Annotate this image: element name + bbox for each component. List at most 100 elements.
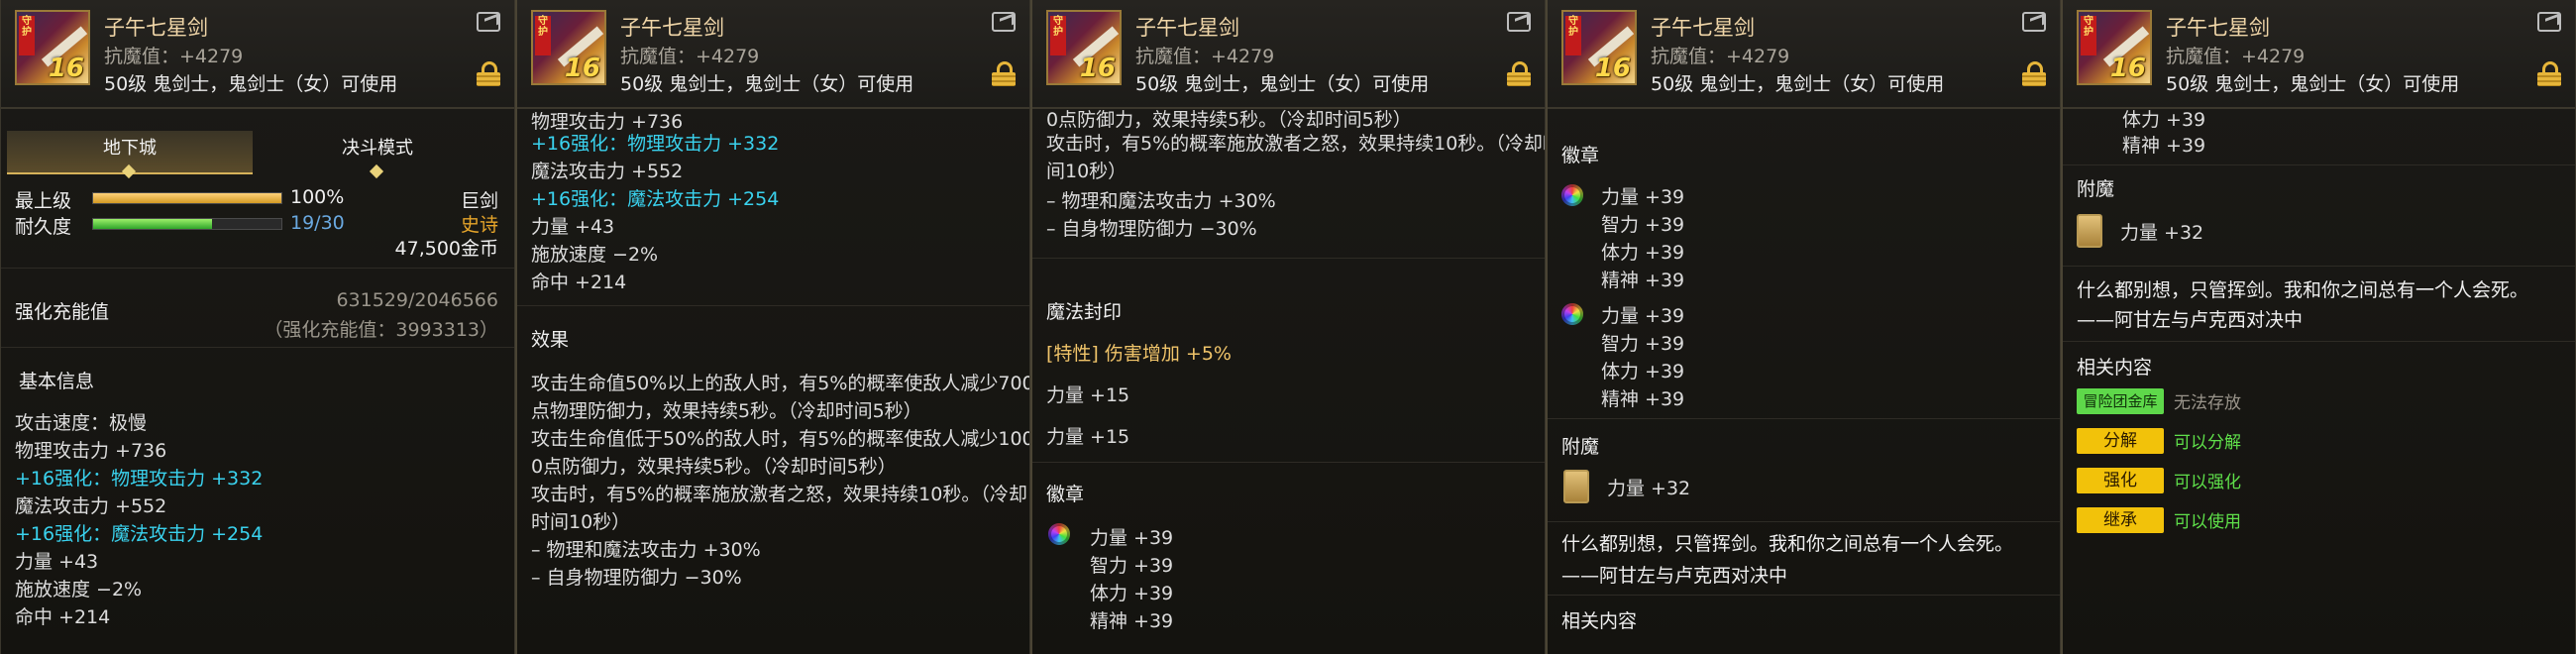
max-grade-bar <box>92 192 282 204</box>
enhance-level: 16 <box>48 54 84 83</box>
effect-line: 点物理防御力，效果持续5秒。（冷却时间5秒） <box>531 400 922 422</box>
durability-value: 19/30 <box>290 212 345 234</box>
rarity: 史诗 <box>460 214 498 236</box>
tooltip-body: 物理攻击力 +736 +16强化：物理攻击力 +332 魔法攻击力 +552 +… <box>517 109 1029 654</box>
enhance-level: 16 <box>2109 54 2146 83</box>
weapon-type: 巨剑 <box>460 190 498 212</box>
item-header: 守护 16 子午七星剑 抗魔值：+4279 50级 鬼剑士，鬼剑士（女）可使用 <box>1032 0 1545 109</box>
item-header: 守护 16 子午七星剑 抗魔值：+4279 50级 鬼剑士，鬼剑士（女）可使用 <box>2063 0 2575 109</box>
mag-atk: 魔法攻击力 +552 <box>15 495 167 517</box>
effect-line: 攻击时，有5%的概率施放激者之怒，效果持续10秒。（冷却时 <box>1046 133 1545 155</box>
hit: 命中 +214 <box>15 606 111 628</box>
guard-tag: 守护 <box>2081 16 2096 55</box>
flavor-line: ——阿甘左与卢克西对决中 <box>2077 309 2304 331</box>
enchant-stat: 力量 +32 <box>2120 222 2204 244</box>
cast-speed: 施放速度 −2% <box>15 579 143 600</box>
lock-icon[interactable] <box>477 61 500 86</box>
lock-icon[interactable] <box>2537 61 2561 86</box>
item-requirement: 50级 鬼剑士，鬼剑士（女）可使用 <box>1135 73 1430 95</box>
weapon-icon: 守护 16 <box>1046 10 1122 85</box>
seal-special: [特性] 伤害增加 +5% <box>1046 343 1232 365</box>
item-requirement: 50级 鬼剑士，鬼剑士（女）可使用 <box>1651 73 1945 95</box>
basic-info-title: 基本信息 <box>19 371 95 392</box>
mag-atk: 魔法攻击力 +552 <box>531 161 684 182</box>
disassemble-status: 可以分解 <box>2174 433 2241 453</box>
emblem-stat: 力量 +39 <box>1601 305 1685 327</box>
phys-bonus: +16强化：物理攻击力 +332 <box>15 468 264 490</box>
str: 力量 +43 <box>15 551 99 573</box>
mode-tabs: 地下城 决斗模式 <box>7 131 502 179</box>
share-icon[interactable] <box>1507 12 1531 32</box>
tooltip-panel-4: 守护 16 子午七星剑 抗魔值：+4279 50级 鬼剑士，鬼剑士（女）可使用 … <box>1546 0 2061 654</box>
mag-bonus: +16强化：魔法攻击力 +254 <box>531 188 780 210</box>
phys-bonus: +16强化：物理攻击力 +332 <box>531 133 780 155</box>
effect-line: – 物理和魔法攻击力 +30% <box>1046 190 1276 212</box>
tooltip-body: 地下城 决斗模式 最上级 100% 耐久度 19/30 巨剑 史诗 47,500… <box>1 109 514 654</box>
guard-tag: 守护 <box>1050 16 1066 55</box>
magic-resistance: 抗魔值：+4279 <box>620 46 760 67</box>
vault-status: 无法存放 <box>2174 393 2241 413</box>
hit: 命中 +214 <box>531 272 627 293</box>
mag-bonus: +16强化：魔法攻击力 +254 <box>15 523 264 545</box>
tab-dungeon-label: 地下城 <box>103 138 157 159</box>
item-requirement: 50级 鬼剑士，鬼剑士（女）可使用 <box>620 73 914 95</box>
cast-speed: 施放速度 −2% <box>531 244 659 266</box>
charge-value: 631529/2046566 <box>336 289 498 311</box>
emblem-orb-icon <box>1048 523 1070 545</box>
tab-pvp[interactable]: 决斗模式 <box>255 131 500 179</box>
enhance-status: 可以强化 <box>2174 473 2241 492</box>
effect-line: 攻击时，有5%的概率施放激者之怒，效果持续10秒。（冷却 <box>531 484 1027 505</box>
disassemble-button[interactable]: 分解 <box>2077 428 2164 454</box>
item-header: 守护 16 子午七星剑 抗魔值：+4279 50级 鬼剑士，鬼剑士（女）可使用 <box>517 0 1029 109</box>
share-icon[interactable] <box>2022 12 2046 32</box>
related-title: 相关内容 <box>1561 610 1638 632</box>
effect-line: 0点防御力，效果持续5秒。（冷却时间5秒） <box>531 456 897 478</box>
adventure-vault-badge: 冒险团金库 <box>2077 388 2164 414</box>
emblem-stat: 体力 +39 <box>1601 242 1685 264</box>
magic-resistance: 抗魔值：+4279 <box>1651 46 1790 67</box>
max-grade-value: 100% <box>290 186 345 208</box>
attack-speed: 攻击速度：极慢 <box>15 412 148 434</box>
share-icon[interactable] <box>992 12 1016 32</box>
share-icon[interactable] <box>2537 12 2561 32</box>
emblem-stat: 智力 +39 <box>1601 214 1685 236</box>
flavor-line: 什么都别想，只管挥剑。我和你之间总有一个人会死。 <box>2077 279 2529 301</box>
tooltip-body: 体力 +39 精神 +39 附魔 力量 +32 什么都别想，只管挥剑。我和你之间… <box>2063 109 2575 654</box>
enhance-level: 16 <box>564 54 600 83</box>
emblem-stat: 智力 +39 <box>1601 333 1685 355</box>
enchant-card-icon <box>1563 470 1589 503</box>
weapon-icon: 守护 16 <box>1561 10 1637 85</box>
magic-resistance: 抗魔值：+4279 <box>104 46 244 67</box>
lock-icon[interactable] <box>1507 61 1531 86</box>
guard-tag: 守护 <box>1565 16 1581 55</box>
effect-line: 时间10秒） <box>531 511 631 533</box>
item-name: 子午七星剑 <box>2166 16 2270 40</box>
seal-stat: 力量 +15 <box>1046 426 1130 448</box>
inherit-button[interactable]: 继承 <box>2077 507 2164 533</box>
emblem-stat: 精神 +39 <box>1090 610 1174 632</box>
emblem-stat: 体力 +39 <box>1601 361 1685 382</box>
effect-line: 攻击生命值50%以上的敌人时，有5%的概率使敌人减少700 <box>531 373 1029 394</box>
enhance-button[interactable]: 强化 <box>2077 468 2164 493</box>
str: 力量 +43 <box>531 216 615 238</box>
max-grade-label: 最上级 <box>15 190 72 212</box>
lock-icon[interactable] <box>2022 61 2046 86</box>
tab-dungeon[interactable]: 地下城 <box>7 131 253 179</box>
effect-line: 攻击生命值低于50%的敌人时，有5%的概率使敌人减少100 <box>531 428 1029 450</box>
charge-label: 强化充能值 <box>15 301 110 323</box>
weapon-icon: 守护 16 <box>531 10 606 85</box>
enhance-level: 16 <box>1594 54 1631 83</box>
emblem-stat: 精神 +39 <box>2122 135 2206 157</box>
effect-title: 效果 <box>531 329 570 351</box>
lock-icon[interactable] <box>992 61 1016 86</box>
item-name: 子午七星剑 <box>1135 16 1239 40</box>
weapon-icon: 守护 16 <box>2077 10 2152 85</box>
magic-resistance: 抗魔值：+4279 <box>1135 46 1275 67</box>
tooltip-panel-5: 守护 16 子午七星剑 抗魔值：+4279 50级 鬼剑士，鬼剑士（女）可使用 … <box>2061 0 2576 654</box>
share-icon[interactable] <box>477 12 500 32</box>
emblem-stat: 智力 +39 <box>1090 555 1174 577</box>
enhance-level: 16 <box>1079 54 1116 83</box>
effect-line: – 自身物理防御力 −30% <box>531 567 742 589</box>
item-name: 子午七星剑 <box>620 16 724 40</box>
effect-line: – 物理和魔法攻击力 +30% <box>531 539 761 561</box>
